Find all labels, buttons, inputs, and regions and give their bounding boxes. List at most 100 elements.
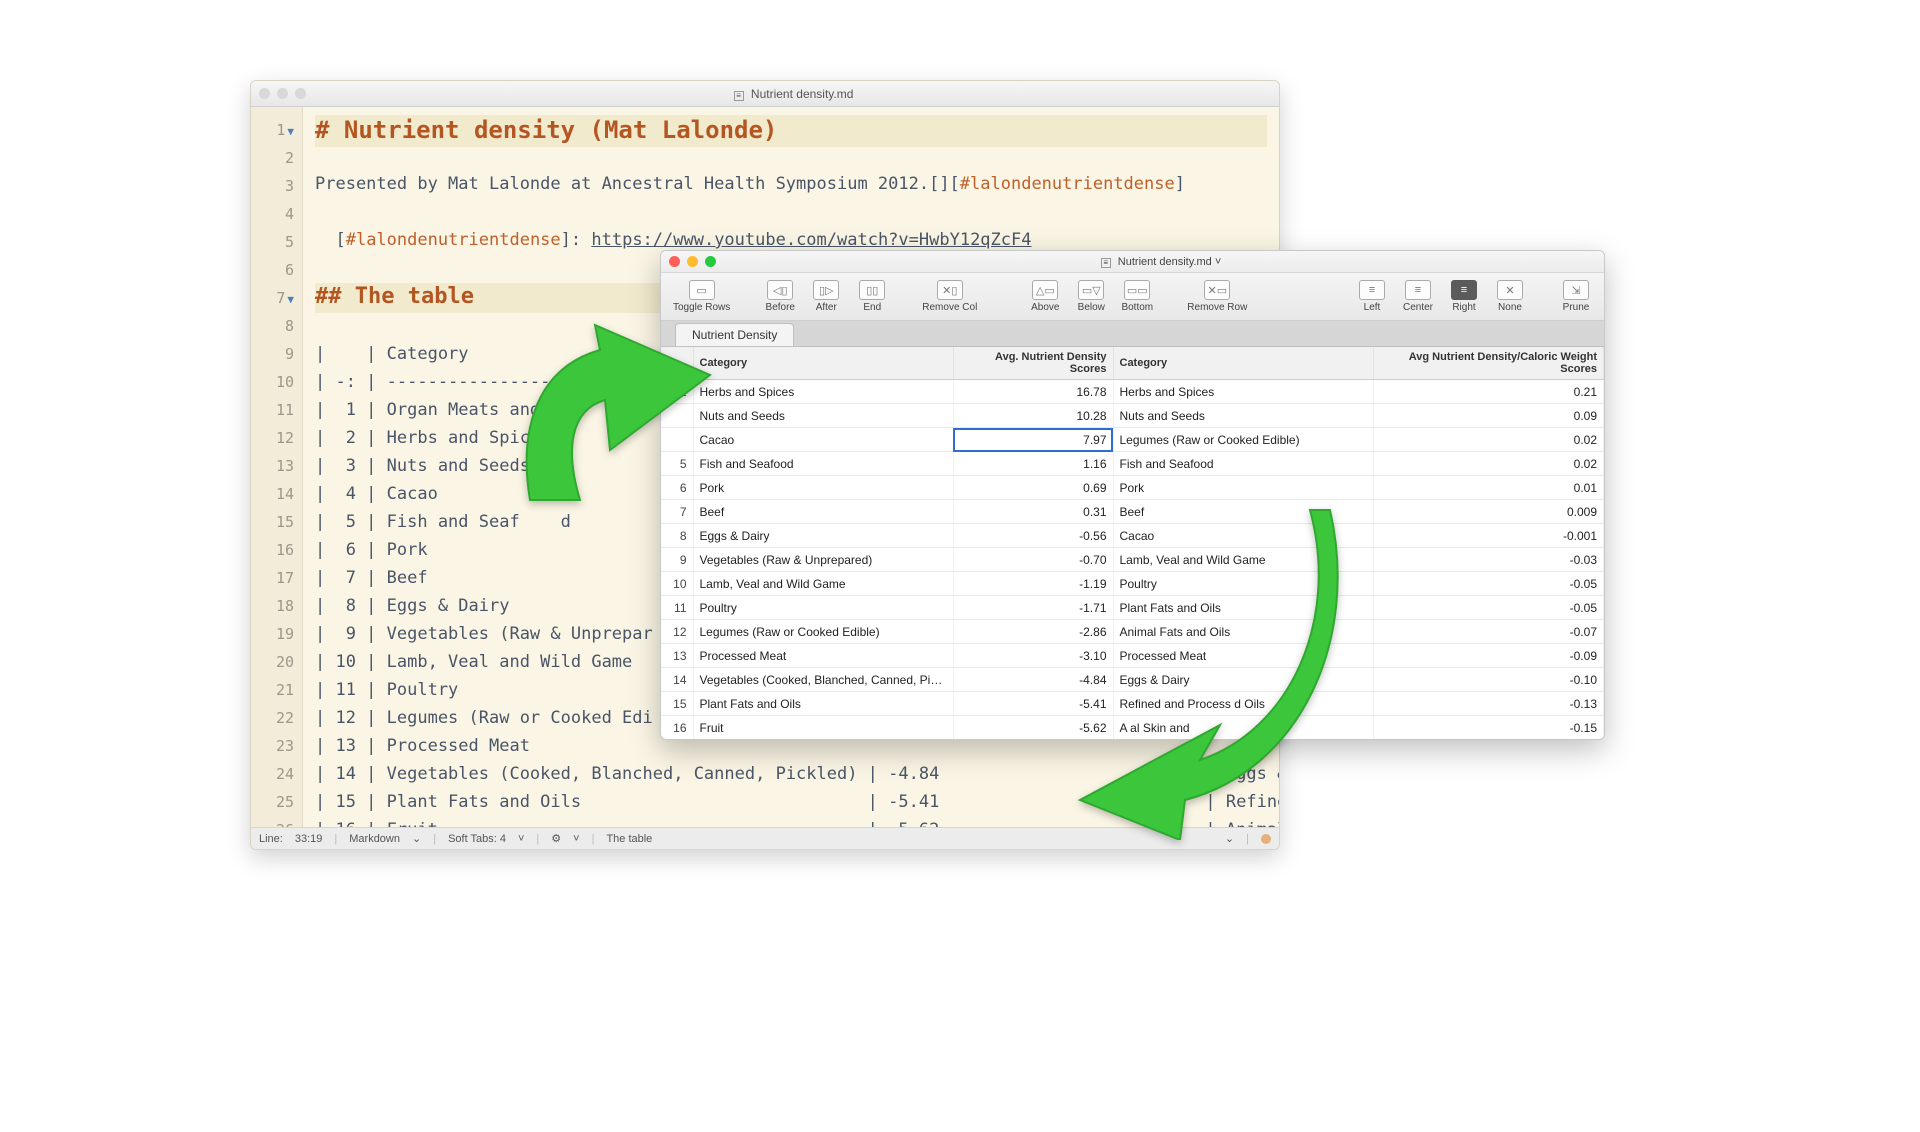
code-line[interactable]: | 15 | Plant Fats and Oils | -5.41 | Ref… — [315, 789, 1267, 817]
remove-col-button[interactable]: ✕▯Remove Col — [916, 278, 983, 315]
close-icon[interactable] — [669, 256, 680, 267]
cell[interactable]: A al Skin and — [1113, 716, 1373, 740]
cell[interactable]: 2 — [661, 380, 693, 404]
row-bottom-button[interactable]: ▭▭Bottom — [1115, 278, 1159, 315]
table-row[interactable]: 6Pork0.69Pork0.01 — [661, 476, 1604, 500]
cell[interactable]: Beef — [693, 500, 953, 524]
align-center-button[interactable]: ≡Center — [1396, 278, 1440, 315]
cell[interactable]: Processed Meat — [693, 644, 953, 668]
table-row[interactable]: 13Processed Meat-3.10Processed Meat-0.09 — [661, 644, 1604, 668]
cell[interactable]: 8 — [661, 524, 693, 548]
cell[interactable]: Fruit — [693, 716, 953, 740]
code-line[interactable]: Presented by Mat Lalonde at Ancestral He… — [315, 171, 1267, 199]
chevron-down-icon[interactable]: ⌄ — [412, 832, 421, 845]
fold-icon[interactable]: ▼ — [287, 293, 294, 306]
chevron-down-icon[interactable]: ˅ — [573, 833, 579, 845]
cell[interactable]: Lamb, Veal and Wild Game — [693, 572, 953, 596]
line-number[interactable]: 19 — [251, 619, 302, 647]
table-row[interactable]: 10Lamb, Veal and Wild Game-1.19Poultry-0… — [661, 572, 1604, 596]
header-score2[interactable]: Avg Nutrient Density/Caloric Weight Scor… — [1373, 347, 1604, 380]
line-number[interactable]: 11 — [251, 395, 302, 423]
cell[interactable]: Beef — [1113, 500, 1373, 524]
cell[interactable]: Fish and Seafood — [693, 452, 953, 476]
cell[interactable]: Nuts and Seeds — [693, 404, 953, 428]
zoom-icon[interactable] — [705, 256, 716, 267]
cell[interactable]: 0.02 — [1373, 452, 1604, 476]
cell[interactable]: -0.05 — [1373, 596, 1604, 620]
cell[interactable]: 15 — [661, 692, 693, 716]
sheet-titlebar[interactable]: ≡ Nutrient density.md ˅ — [661, 251, 1604, 273]
cell[interactable]: 0.09 — [1373, 404, 1604, 428]
line-number[interactable]: 13 — [251, 451, 302, 479]
cell[interactable]: Lamb, Veal and Wild Game — [1113, 548, 1373, 572]
line-number[interactable]: 17 — [251, 563, 302, 591]
line-number[interactable]: 2 — [251, 143, 302, 171]
cell[interactable]: Legumes (Raw or Cooked Edible) — [693, 620, 953, 644]
line-gutter[interactable]: 1▼234567▼8910111213141516171819202122232… — [251, 107, 303, 827]
header-idx[interactable] — [661, 347, 693, 380]
align-none-button[interactable]: ✕None — [1488, 278, 1532, 315]
chevron-down-icon[interactable]: ˅ — [518, 833, 524, 845]
line-number[interactable]: 5 — [251, 227, 302, 255]
status-indicator-icon[interactable] — [1261, 834, 1271, 844]
cell[interactable]: Cacao — [693, 428, 953, 452]
col-after-button[interactable]: ▯▷After — [804, 278, 848, 315]
chevron-down-icon[interactable]: ˅ — [1215, 256, 1221, 268]
code-line[interactable] — [315, 199, 1267, 227]
table-row[interactable]: 7Beef0.31Beef0.009 — [661, 500, 1604, 524]
line-number[interactable]: 4 — [251, 199, 302, 227]
cell[interactable]: -1.71 — [953, 596, 1113, 620]
line-number[interactable]: 16 — [251, 535, 302, 563]
cell[interactable]: Plant Fats and Oils — [1113, 596, 1373, 620]
cell[interactable]: 6 — [661, 476, 693, 500]
cell[interactable]: Herbs and Spices — [693, 380, 953, 404]
status-lang[interactable]: Markdown — [349, 833, 400, 845]
close-icon[interactable] — [259, 88, 270, 99]
cell[interactable]: 0.31 — [953, 500, 1113, 524]
cell[interactable]: 0.69 — [953, 476, 1113, 500]
line-number[interactable]: 22 — [251, 703, 302, 731]
line-number[interactable]: 15 — [251, 507, 302, 535]
table-row[interactable]: 8Eggs & Dairy-0.56Cacao-0.001 — [661, 524, 1604, 548]
col-end-button[interactable]: ▯▯End — [850, 278, 894, 315]
cell[interactable]: 10 — [661, 572, 693, 596]
editor-titlebar[interactable]: ≡ Nutrient density.md — [251, 81, 1279, 107]
code-line[interactable]: | 14 | Vegetables (Cooked, Blanched, Can… — [315, 761, 1267, 789]
cell[interactable]: Animal Fats and Oils — [1113, 620, 1373, 644]
table-row[interactable]: 11Poultry-1.71Plant Fats and Oils-0.05 — [661, 596, 1604, 620]
cell[interactable]: -1.19 — [953, 572, 1113, 596]
cell[interactable]: -4.84 — [953, 668, 1113, 692]
cell[interactable]: 7 — [661, 500, 693, 524]
status-tabs[interactable]: Soft Tabs: 4 — [448, 833, 506, 845]
cell[interactable]: 0.01 — [1373, 476, 1604, 500]
toggle-rows-button[interactable]: ▭ Toggle Rows — [667, 278, 736, 315]
status-section[interactable]: The table — [606, 833, 652, 845]
remove-row-button[interactable]: ✕▭Remove Row — [1181, 278, 1253, 315]
table-row[interactable]: 15Plant Fats and Oils-5.41Refined and Pr… — [661, 692, 1604, 716]
data-grid[interactable]: Category Avg. Nutrient Density Scores Ca… — [661, 347, 1604, 739]
line-number[interactable]: 25 — [251, 787, 302, 815]
code-line[interactable] — [315, 143, 1267, 171]
code-line[interactable]: | 16 | Fruit | -5.62 | Animal — [315, 817, 1267, 827]
align-right-button[interactable]: ≡Right — [1442, 278, 1486, 315]
cell[interactable]: -5.41 — [953, 692, 1113, 716]
table-row[interactable]: 5Fish and Seafood1.16Fish and Seafood0.0… — [661, 452, 1604, 476]
table-row[interactable]: 9Vegetables (Raw & Unprepared)-0.70Lamb,… — [661, 548, 1604, 572]
cell[interactable]: 11 — [661, 596, 693, 620]
chevron-down-icon[interactable]: ⌄ — [1225, 832, 1234, 845]
cell[interactable]: 13 — [661, 644, 693, 668]
cell[interactable]: 1.16 — [953, 452, 1113, 476]
cell[interactable]: 12 — [661, 620, 693, 644]
cell[interactable]: Processed Meat — [1113, 644, 1373, 668]
cell[interactable]: 16.78 — [953, 380, 1113, 404]
cell[interactable]: -0.03 — [1373, 548, 1604, 572]
cell[interactable] — [661, 428, 693, 452]
zoom-icon[interactable] — [295, 88, 306, 99]
cell[interactable]: -0.07 — [1373, 620, 1604, 644]
cell[interactable]: Eggs & Dairy — [693, 524, 953, 548]
col-before-button[interactable]: ◁▯Before — [758, 278, 802, 315]
row-below-button[interactable]: ▭▽Below — [1069, 278, 1113, 315]
line-number[interactable]: 26 — [251, 815, 302, 827]
tab-nutrient-density[interactable]: Nutrient Density — [675, 323, 794, 346]
minimize-icon[interactable] — [687, 256, 698, 267]
